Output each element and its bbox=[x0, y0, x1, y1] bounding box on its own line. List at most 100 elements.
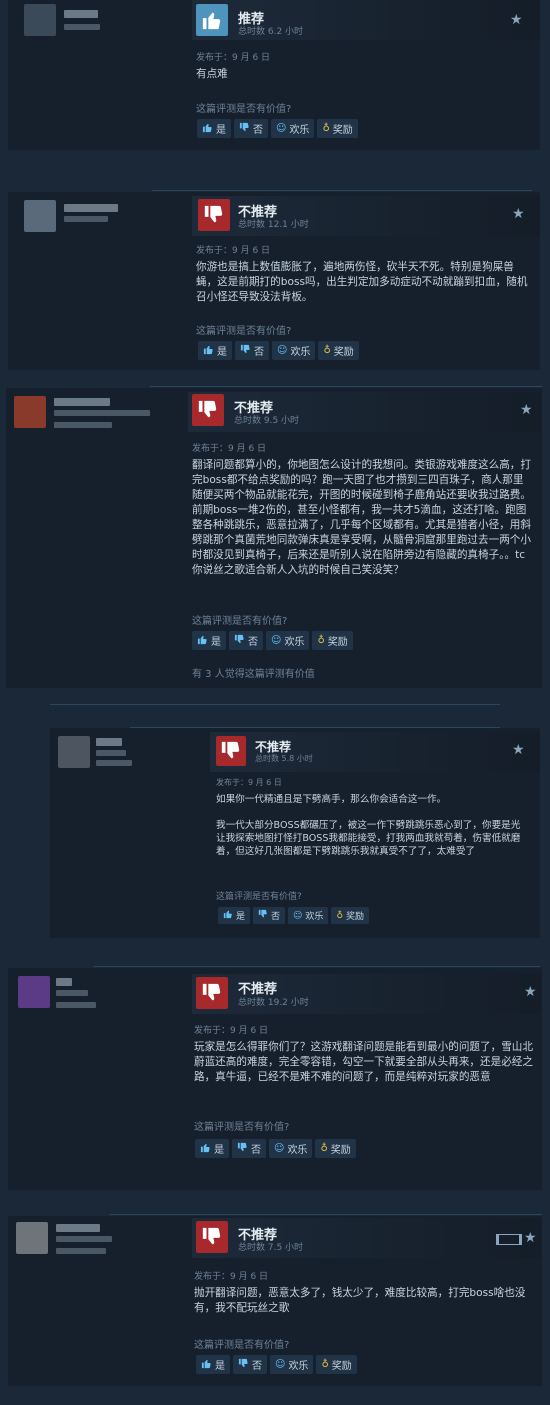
playtime: 总时数 12.1 小时 bbox=[238, 220, 309, 230]
thumbs-down-icon bbox=[240, 344, 251, 358]
vote-funny-button[interactable]: ☺ 欢乐 bbox=[270, 1355, 314, 1374]
vote-no-button[interactable]: 否 bbox=[229, 631, 263, 650]
username[interactable] bbox=[56, 1224, 100, 1232]
award-button[interactable]: ♁ 奖励 bbox=[331, 907, 370, 924]
vote-buttons: 是 否 ☺ 欢乐 ♁ 奖励 bbox=[192, 631, 353, 650]
username[interactable] bbox=[64, 10, 98, 18]
thumbs-up-icon bbox=[201, 1358, 212, 1372]
post-date: 发布于：9 月 6 日 bbox=[216, 778, 282, 787]
avatar[interactable] bbox=[18, 976, 50, 1008]
award-icon: ♁ bbox=[317, 635, 325, 646]
award-icon: ♁ bbox=[323, 345, 331, 356]
vote-yes-label: 是 bbox=[236, 912, 246, 922]
vote-no-button[interactable]: 否 bbox=[234, 119, 268, 138]
award-label: 奖励 bbox=[330, 1145, 351, 1156]
star-icon[interactable]: ★ bbox=[510, 12, 523, 28]
vote-funny-button[interactable]: ☺ 欢乐 bbox=[271, 119, 315, 138]
star-icon[interactable]: ★ bbox=[524, 984, 537, 1000]
avatar[interactable] bbox=[24, 200, 56, 232]
avatar[interactable] bbox=[58, 736, 90, 768]
helpful-count: 有 3 人觉得这篇评测有价值 bbox=[192, 669, 315, 680]
avatar[interactable] bbox=[16, 1222, 48, 1254]
smile-icon: ☺ bbox=[293, 910, 303, 921]
award-button[interactable]: ♁ 奖励 bbox=[318, 341, 359, 360]
vote-yes-label: 是 bbox=[214, 1145, 224, 1156]
video-icon[interactable] bbox=[496, 1234, 522, 1245]
vote-no-button[interactable]: 否 bbox=[232, 1139, 266, 1158]
avatar[interactable] bbox=[24, 4, 56, 36]
vote-buttons: 是 否 ☺ 欢乐 ♁ 奖励 bbox=[196, 1355, 357, 1374]
award-button[interactable]: ♁ 奖励 bbox=[316, 1355, 357, 1374]
award-button[interactable]: ♁ 奖励 bbox=[317, 119, 358, 138]
username[interactable] bbox=[54, 398, 110, 406]
thumbs-down-icon bbox=[192, 394, 224, 426]
helpful-question: 这篇评测是否有价值? bbox=[194, 1122, 290, 1133]
review-card: 不推荐 总时数 9.5 小时 ★ 发布于：9 月 6 日 翻译问题都算小的，你地… bbox=[6, 388, 542, 688]
award-button[interactable]: ♁ 奖励 bbox=[315, 1139, 356, 1158]
post-date: 发布于：9 月 6 日 bbox=[196, 53, 271, 63]
award-button[interactable]: ♁ 奖励 bbox=[312, 631, 353, 650]
thumbs-down-icon bbox=[239, 122, 250, 136]
award-label: 奖励 bbox=[332, 125, 353, 136]
award-icon: ♁ bbox=[321, 1359, 329, 1370]
vote-no-button[interactable]: 否 bbox=[233, 1355, 267, 1374]
review-text: 翻译问题都算小的，你地图怎么设计的我想问。类银游戏难度这么高，打完boss都不给… bbox=[192, 459, 531, 576]
star-icon[interactable]: ★ bbox=[520, 402, 533, 418]
playtime: 总时数 6.2 小时 bbox=[238, 27, 304, 37]
vote-yes-label: 是 bbox=[215, 1361, 225, 1372]
vote-funny-label: 欢乐 bbox=[288, 1361, 309, 1372]
smile-icon: ☺ bbox=[274, 1143, 285, 1154]
award-icon: ♁ bbox=[320, 1143, 328, 1154]
user-meta bbox=[64, 216, 108, 222]
post-date: 发布于：9 月 6 日 bbox=[196, 246, 271, 256]
post-date: 发布于：9 月 6 日 bbox=[194, 1026, 269, 1036]
vote-no-label: 否 bbox=[271, 912, 281, 922]
review-text: 玩家是怎么得罪你们了？这游戏翻译问题是能看到最小的问题了，雪山北蔚蓝还高的难度，… bbox=[194, 1041, 533, 1083]
playtime: 总时数 19.2 小时 bbox=[238, 998, 309, 1008]
award-label: 奖励 bbox=[327, 637, 348, 648]
review-card: 不推荐 总时数 5.8 小时 ★ 发布于：9 月 6 日 如果你一代精通且是下劈… bbox=[50, 728, 540, 938]
vote-funny-button[interactable]: ☺ 欢乐 bbox=[269, 1139, 313, 1158]
star-icon[interactable]: ★ bbox=[512, 742, 525, 758]
helpful-question: 这篇评测是否有价值? bbox=[216, 892, 302, 902]
smile-icon: ☺ bbox=[275, 1359, 286, 1370]
smile-icon: ☺ bbox=[271, 635, 282, 646]
review-card: 不推荐 总时数 7.5 小时 ★ 发布于：9 月 6 日 抛开翻译问题，恶意太多… bbox=[8, 1216, 542, 1386]
divider bbox=[110, 1214, 542, 1215]
vote-buttons: 是 否 ☺ 欢乐 ♁ 奖励 bbox=[195, 1139, 356, 1158]
vote-yes-button[interactable]: 是 bbox=[196, 1355, 230, 1374]
username[interactable] bbox=[64, 204, 118, 212]
helpful-question: 这篇评测是否有价值? bbox=[196, 326, 292, 337]
helpful-question: 这篇评测是否有价值? bbox=[194, 1340, 290, 1351]
user-meta bbox=[54, 422, 112, 428]
avatar[interactable] bbox=[14, 396, 46, 428]
review-text: 如果你一代精通且是下劈高手，那么你会适合这一作。 bbox=[216, 794, 447, 805]
vote-yes-label: 是 bbox=[211, 637, 221, 648]
thumbs-down-icon bbox=[258, 909, 268, 922]
vote-no-button[interactable]: 否 bbox=[235, 341, 269, 360]
username[interactable] bbox=[56, 978, 72, 986]
thumbs-up-icon bbox=[196, 4, 228, 36]
vote-yes-button[interactable]: 是 bbox=[195, 1139, 229, 1158]
award-icon: ♁ bbox=[322, 123, 330, 134]
review-text: 抛开翻译问题，恶意太多了，钱太少了，难度比较高，打完boss啥也没有，我不配玩丝… bbox=[194, 1287, 526, 1314]
thumbs-up-icon bbox=[203, 344, 214, 358]
vote-funny-label: 欢乐 bbox=[287, 1145, 308, 1156]
post-date: 发布于：9 月 6 日 bbox=[194, 1272, 269, 1282]
vote-funny-button[interactable]: ☺ 欢乐 bbox=[266, 631, 310, 650]
post-date: 发布于：9 月 6 日 bbox=[192, 444, 267, 454]
vote-funny-button[interactable]: ☺ 欢乐 bbox=[288, 907, 329, 924]
vote-no-label: 否 bbox=[252, 1361, 262, 1372]
vote-no-button[interactable]: 否 bbox=[253, 907, 286, 924]
username[interactable] bbox=[96, 738, 122, 746]
vote-yes-button[interactable]: 是 bbox=[197, 119, 231, 138]
user-meta bbox=[56, 990, 88, 996]
vote-funny-label: 欢乐 bbox=[305, 912, 324, 922]
vote-yes-button[interactable]: 是 bbox=[192, 631, 226, 650]
vote-yes-button[interactable]: 是 bbox=[198, 341, 232, 360]
star-icon[interactable]: ★ bbox=[524, 1230, 537, 1246]
vote-funny-button[interactable]: ☺ 欢乐 bbox=[272, 341, 316, 360]
star-icon[interactable]: ★ bbox=[512, 206, 525, 222]
vote-yes-button[interactable]: 是 bbox=[218, 907, 251, 924]
thumbs-down-icon bbox=[234, 634, 245, 648]
